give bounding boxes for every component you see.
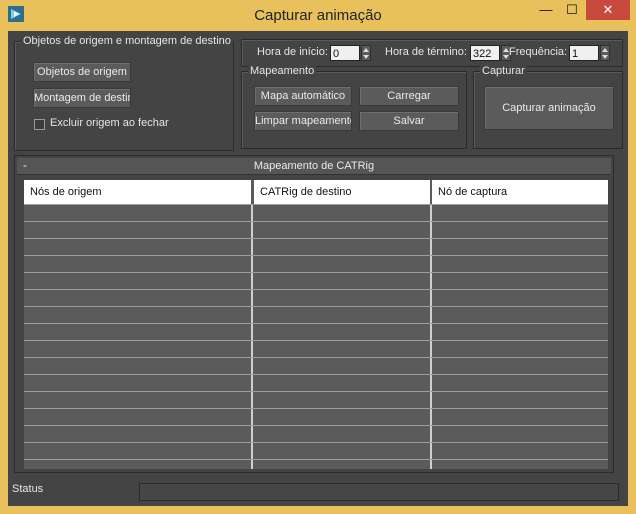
status-field bbox=[139, 483, 619, 501]
exclude-source-label: Excluir origem ao fechar bbox=[50, 117, 169, 129]
grid-row-line bbox=[24, 459, 608, 460]
column-divider bbox=[251, 204, 253, 469]
grid-row-line bbox=[24, 255, 608, 256]
grid-row-line bbox=[24, 357, 608, 358]
save-button[interactable]: Salvar bbox=[359, 111, 459, 131]
clear-mapping-button[interactable]: Limpar mapeamento bbox=[254, 111, 352, 131]
time-range-strip: Hora de início: 0 Hora de término: 322 F… bbox=[241, 39, 623, 67]
auto-map-button[interactable]: Mapa automático bbox=[254, 86, 352, 106]
start-time-arrows[interactable] bbox=[361, 45, 371, 61]
catrig-mapping-header[interactable]: - Mapeamento de CATRig bbox=[17, 158, 611, 175]
mapping-group: Mapeamento Mapa automático Carregar Limp… bbox=[241, 65, 467, 149]
exclude-source-checkbox[interactable] bbox=[34, 119, 45, 130]
grid-row-line bbox=[24, 391, 608, 392]
source-objects-button[interactable]: Objetos de origem bbox=[33, 62, 131, 82]
start-time-label: Hora de início: bbox=[257, 46, 328, 58]
target-rig-button[interactable]: Montagem de destino bbox=[33, 88, 131, 108]
grid-row-line bbox=[24, 340, 608, 341]
frequency-input[interactable]: 1 bbox=[569, 45, 599, 61]
column-divider bbox=[430, 204, 432, 469]
mapping-grid[interactable]: Nós de origem CATRig de destino Nó de ca… bbox=[24, 180, 608, 469]
grid-row-line bbox=[24, 306, 608, 307]
grid-row-line bbox=[24, 238, 608, 239]
grid-row-line bbox=[24, 272, 608, 273]
maximize-button[interactable]: ☐ bbox=[559, 0, 585, 20]
grid-row-line bbox=[24, 323, 608, 324]
grid-row-line bbox=[24, 221, 608, 222]
source-target-group: Objetos de origem e montagem de destino … bbox=[14, 35, 234, 151]
status-label: Status bbox=[12, 483, 44, 495]
grid-row-line bbox=[24, 442, 608, 443]
capture-animation-button[interactable]: Capturar animação bbox=[484, 86, 614, 130]
capture-animation-window: Capturar animação — ☐ ✕ Objetos de orige… bbox=[0, 0, 636, 514]
close-button[interactable]: ✕ bbox=[586, 0, 630, 20]
grid-row-line bbox=[24, 289, 608, 290]
grid-row-line bbox=[24, 374, 608, 375]
column-header-source-nodes[interactable]: Nós de origem bbox=[24, 180, 251, 204]
load-button[interactable]: Carregar bbox=[359, 86, 459, 106]
grid-row-line bbox=[24, 425, 608, 426]
grid-row-line bbox=[24, 204, 608, 205]
frequency-spinner[interactable]: 1 bbox=[569, 45, 611, 61]
title-bar[interactable]: Capturar animação — ☐ ✕ bbox=[0, 0, 636, 30]
frequency-label: Frequência: bbox=[509, 46, 568, 58]
column-header-capture-node[interactable]: Nó de captura bbox=[432, 180, 608, 204]
catrig-mapping-title: Mapeamento de CATRig bbox=[253, 160, 375, 172]
column-header-target-catrig[interactable]: CATRig de destino bbox=[254, 180, 430, 204]
mapping-group-title: Mapeamento bbox=[248, 65, 317, 78]
grid-row-line bbox=[24, 408, 608, 409]
catrig-mapping-panel: - Mapeamento de CATRig Nós de origem CAT… bbox=[14, 155, 614, 473]
frequency-arrows[interactable] bbox=[600, 45, 610, 61]
start-time-input[interactable]: 0 bbox=[330, 45, 360, 61]
capture-group: Capturar Capturar animação bbox=[473, 65, 623, 149]
end-time-label: Hora de término: bbox=[385, 46, 467, 58]
capture-group-title: Capturar bbox=[480, 65, 527, 78]
end-time-spinner[interactable]: 322 bbox=[470, 45, 512, 61]
source-target-group-title: Objetos de origem e montagem de destino bbox=[21, 35, 233, 48]
end-time-input[interactable]: 322 bbox=[470, 45, 500, 61]
minimize-button[interactable]: — bbox=[533, 0, 559, 20]
dialog-body: Objetos de origem e montagem de destino … bbox=[8, 31, 628, 506]
start-time-spinner[interactable]: 0 bbox=[330, 45, 372, 61]
